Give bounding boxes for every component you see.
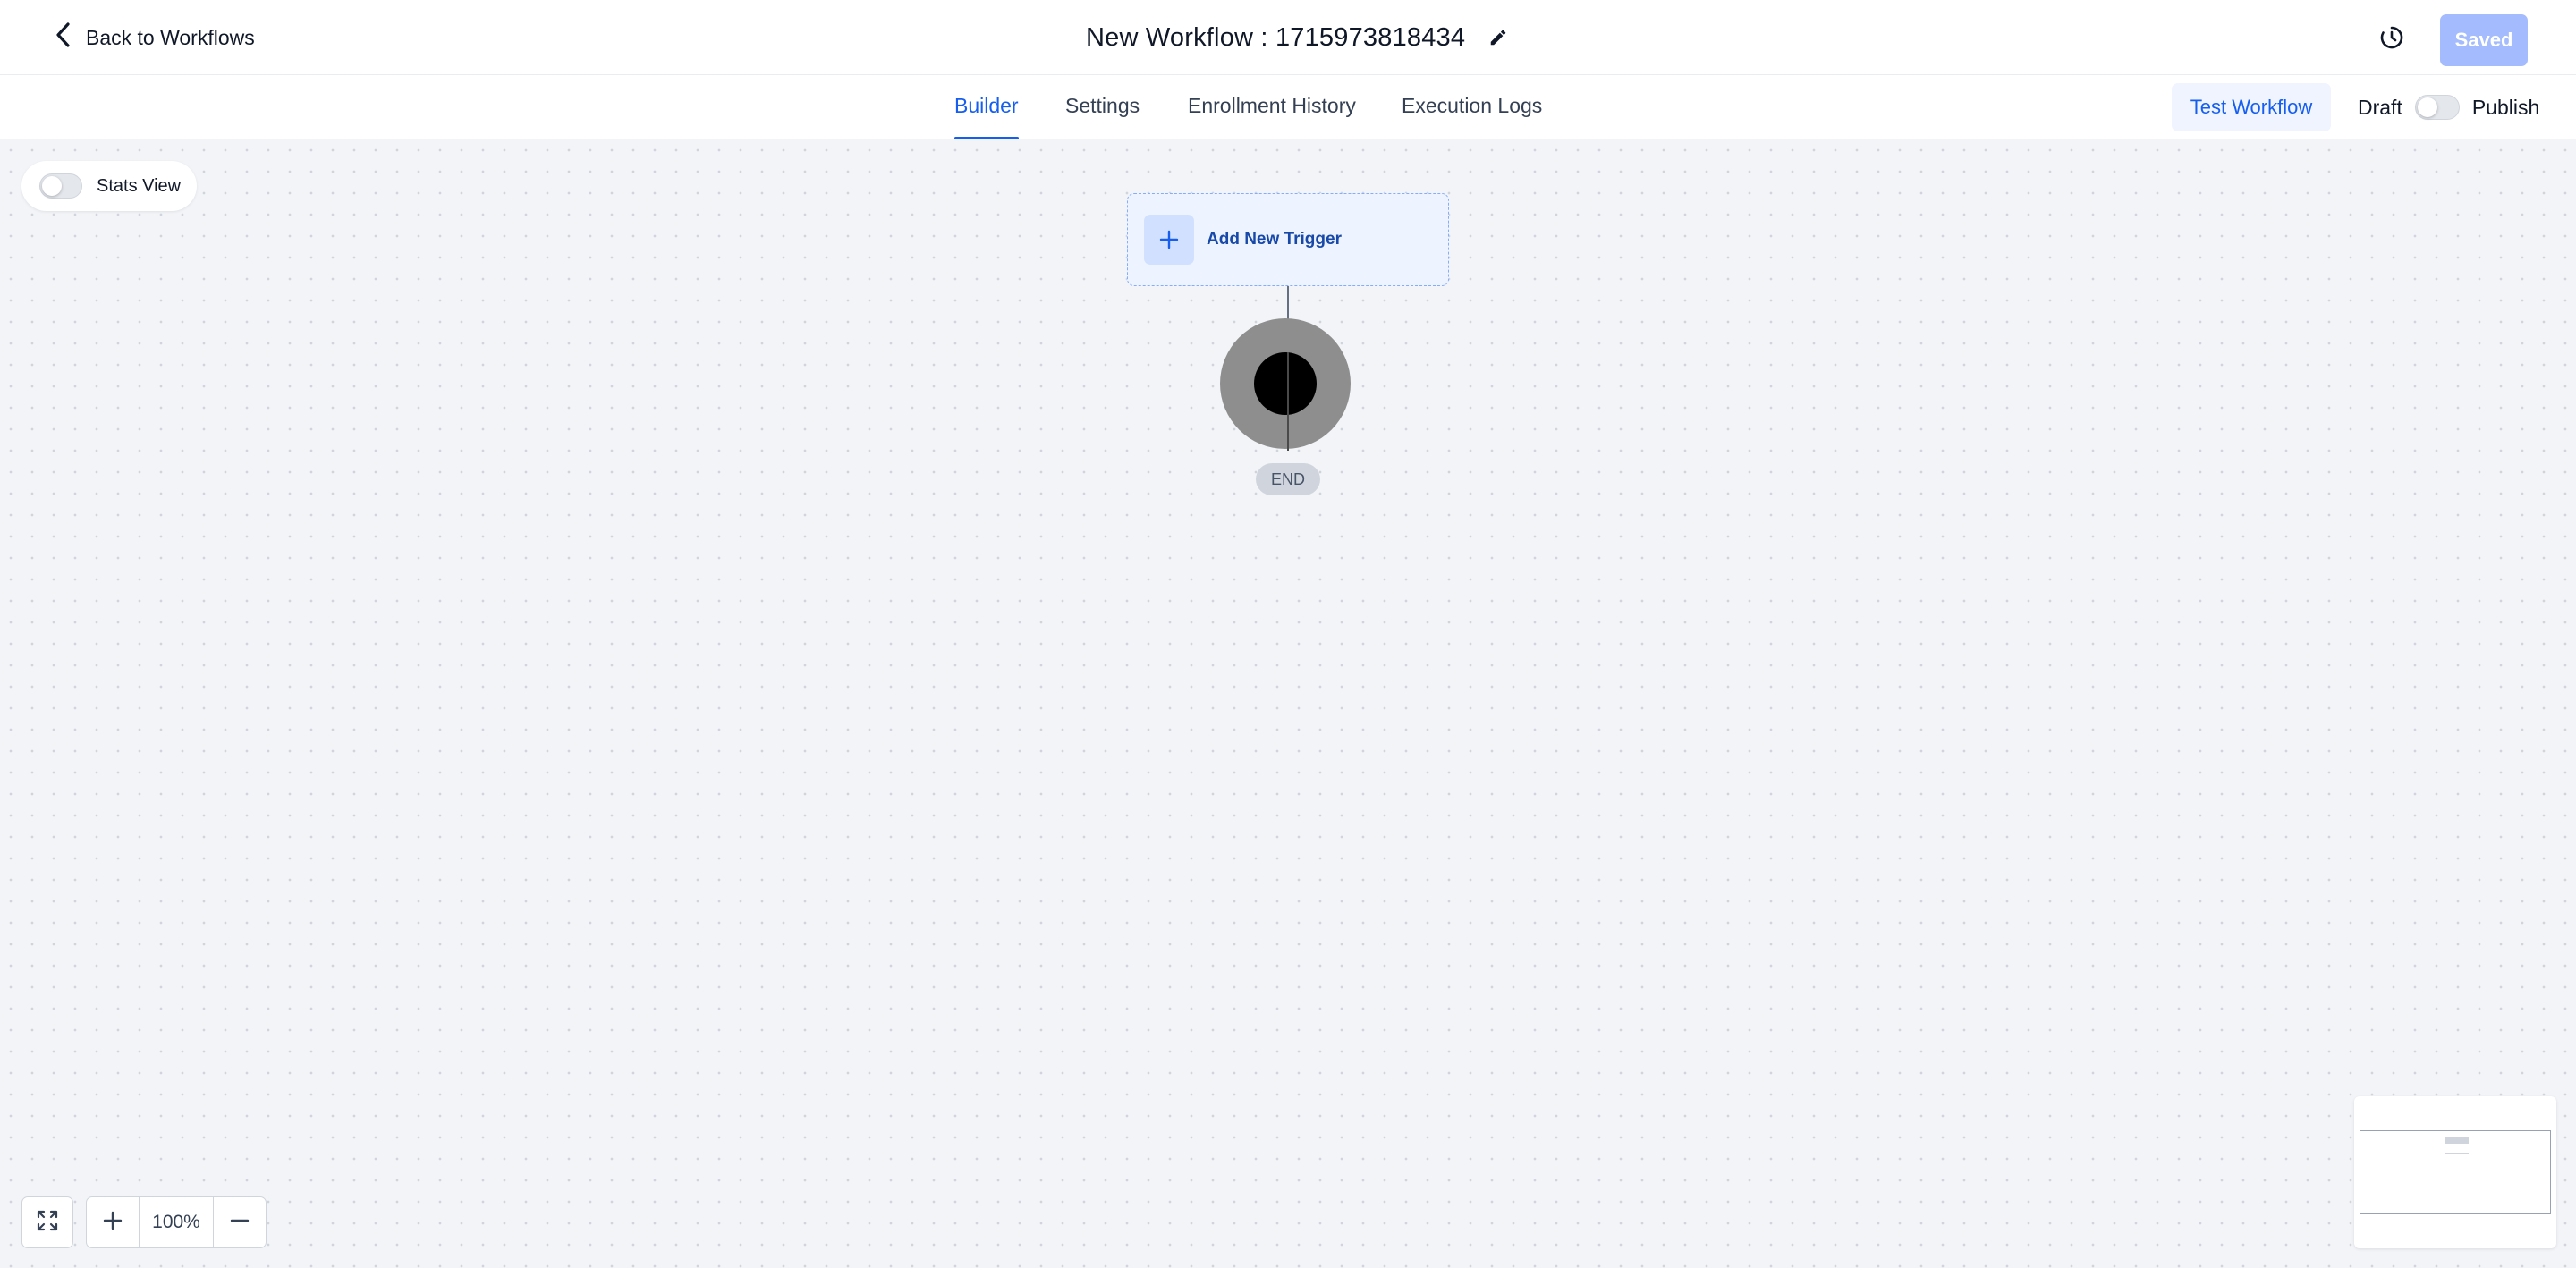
end-badge: END (1256, 463, 1320, 495)
stats-view-control: Stats View (21, 161, 197, 211)
publish-toggle[interactable] (2414, 95, 2460, 120)
tab-builder[interactable]: Builder (954, 75, 1019, 139)
zoom-out-button[interactable] (214, 1197, 266, 1247)
workflow-title: New Workflow : 1715973818434 (1086, 22, 1466, 52)
stats-view-label: Stats View (97, 175, 182, 196)
zoom-in-button[interactable] (87, 1197, 139, 1247)
stats-view-toggle[interactable] (39, 173, 82, 199)
connector-line-inner (1287, 352, 1289, 451)
add-trigger-node[interactable]: Add New Trigger (1127, 193, 1449, 286)
expand-icon (35, 1208, 60, 1238)
tab-execution-logs[interactable]: Execution Logs (1402, 75, 1542, 139)
minus-icon (230, 1211, 250, 1235)
end-node-dot (1254, 352, 1317, 415)
publish-label: Publish (2471, 95, 2540, 119)
toggle-knob (2417, 97, 2437, 117)
zoom-level: 100% (139, 1197, 214, 1247)
fit-view-button[interactable] (21, 1196, 73, 1248)
zoom-controls: 100% (86, 1196, 267, 1248)
workflow-canvas[interactable]: Stats View Add New Trigger END 100% (0, 139, 2576, 1268)
plus-icon (103, 1211, 123, 1235)
history-icon[interactable] (2376, 21, 2408, 54)
pencil-icon[interactable] (1488, 27, 1510, 48)
test-workflow-button[interactable]: Test Workflow (2172, 83, 2331, 131)
minimap[interactable] (2354, 1096, 2556, 1248)
draft-label: Draft (2358, 95, 2402, 119)
tab-bar: Builder Settings Enrollment History Exec… (0, 75, 2576, 139)
workflow-title-group: New Workflow : 1715973818434 (1086, 18, 1510, 57)
tab-enrollment-history[interactable]: Enrollment History (1188, 75, 1356, 139)
minimap-viewport[interactable] (2360, 1130, 2551, 1214)
back-to-workflows-link[interactable]: Back to Workflows (54, 21, 255, 54)
tab-settings[interactable]: Settings (1065, 75, 1140, 139)
add-trigger-label: Add New Trigger (1207, 230, 1342, 249)
toggle-knob (42, 176, 62, 196)
publish-group: Draft Publish (2358, 83, 2539, 131)
back-link-label: Back to Workflows (86, 25, 255, 49)
top-header: Back to Workflows New Workflow : 1715973… (0, 0, 2576, 75)
plus-icon (1144, 215, 1194, 265)
chevron-left-icon (54, 21, 73, 54)
saved-button[interactable]: Saved (2440, 14, 2528, 66)
